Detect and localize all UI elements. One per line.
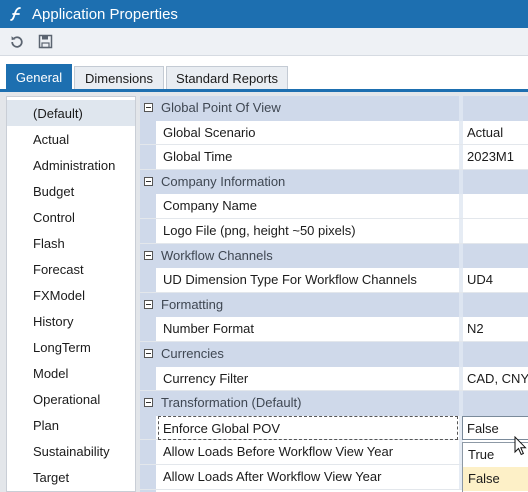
tree-item-administration[interactable]: Administration bbox=[7, 152, 135, 178]
category-label: Global Point Of View bbox=[161, 100, 281, 115]
tree-item-default[interactable]: (Default) bbox=[7, 100, 135, 126]
collapse-icon[interactable] bbox=[144, 250, 153, 260]
property-name: Currency Filter bbox=[163, 370, 249, 386]
property-name: Enforce Global POV bbox=[158, 415, 458, 440]
column-splitter[interactable] bbox=[459, 194, 463, 218]
collapse-icon[interactable] bbox=[144, 176, 153, 186]
collapse-icon[interactable] bbox=[144, 349, 153, 358]
category-global-pov[interactable]: Global Point Of View bbox=[140, 96, 528, 121]
category-company-information[interactable]: Company Information bbox=[140, 169, 528, 195]
category-transformation[interactable]: Transformation (Default) bbox=[140, 391, 528, 416]
property-value[interactable]: CAD, CNY, EUR bbox=[467, 367, 528, 391]
property-name: Allow Loads After Workflow View Year bbox=[163, 469, 382, 484]
save-icon[interactable] bbox=[34, 31, 56, 53]
tree-item-sustainability[interactable]: Sustainability bbox=[7, 438, 135, 464]
column-splitter bbox=[459, 96, 463, 121]
tree-item-history[interactable]: History bbox=[7, 308, 135, 334]
tab-general[interactable]: General bbox=[6, 64, 72, 90]
window-title: Application Properties bbox=[32, 5, 178, 23]
column-splitter bbox=[459, 169, 463, 195]
property-value[interactable] bbox=[467, 219, 528, 243]
property-name: Company Name bbox=[163, 198, 257, 214]
property-name: Number Format bbox=[163, 321, 255, 337]
property-name: UD Dimension Type For Workflow Channels bbox=[163, 272, 417, 288]
app-logo-icon bbox=[6, 4, 26, 24]
tree-item-flash[interactable]: Flash bbox=[7, 230, 135, 256]
category-label: Company Information bbox=[161, 173, 286, 189]
column-splitter[interactable] bbox=[459, 317, 463, 341]
column-splitter[interactable] bbox=[459, 120, 463, 145]
column-splitter[interactable] bbox=[459, 366, 463, 391]
tree-item-plan[interactable]: Plan bbox=[7, 412, 135, 438]
property-value[interactable]: N2 bbox=[467, 317, 528, 341]
column-splitter bbox=[459, 292, 463, 318]
property-row[interactable]: Number Format N2 bbox=[140, 317, 528, 342]
scenario-type-tree: (Default) Actual Administration Budget C… bbox=[6, 96, 136, 492]
property-row[interactable]: Global Scenario Actual bbox=[140, 120, 528, 146]
tab-strip: General Dimensions Standard Reports bbox=[0, 56, 528, 90]
title-bar: Application Properties bbox=[0, 0, 528, 28]
column-splitter[interactable] bbox=[459, 219, 463, 243]
column-splitter bbox=[459, 391, 463, 416]
property-row[interactable]: Enforce Global POV False bbox=[140, 415, 528, 441]
property-name: Global Scenario bbox=[163, 124, 256, 140]
property-name: Logo File (png, height ~50 pixels) bbox=[163, 223, 356, 238]
tree-item-actual[interactable]: Actual bbox=[7, 126, 135, 152]
category-label: Workflow Channels bbox=[161, 247, 273, 263]
property-value[interactable]: 2023M1 bbox=[467, 145, 528, 169]
column-splitter bbox=[459, 243, 463, 269]
column-splitter[interactable] bbox=[459, 268, 463, 292]
tree-item-model[interactable]: Model bbox=[7, 360, 135, 386]
tree-item-forecast[interactable]: Forecast bbox=[7, 256, 135, 282]
collapse-icon[interactable] bbox=[144, 398, 153, 408]
property-name: Global Time bbox=[163, 149, 233, 165]
collapse-icon[interactable] bbox=[144, 103, 153, 112]
property-grid: Global Point Of View Global Scenario Act… bbox=[140, 96, 528, 492]
tree-item-budget[interactable]: Budget bbox=[7, 178, 135, 204]
tree-item-operational[interactable]: Operational bbox=[7, 386, 135, 412]
column-splitter[interactable] bbox=[459, 145, 463, 169]
property-row[interactable]: Company Name bbox=[140, 194, 528, 219]
main-content: (Default) Actual Administration Budget C… bbox=[0, 92, 528, 492]
tree-item-target[interactable]: Target bbox=[7, 464, 135, 490]
tab-dimensions[interactable]: Dimensions bbox=[74, 66, 164, 90]
toolbar bbox=[0, 28, 528, 56]
tree-item-longterm[interactable]: LongTerm bbox=[7, 334, 135, 360]
column-splitter bbox=[459, 342, 463, 367]
category-label: Currencies bbox=[161, 346, 224, 361]
property-value[interactable]: UD4 bbox=[467, 268, 528, 292]
property-row[interactable]: Global Time 2023M1 bbox=[140, 145, 528, 170]
collapse-icon[interactable] bbox=[144, 299, 153, 309]
refresh-icon[interactable] bbox=[6, 31, 28, 53]
property-row[interactable]: Logo File (png, height ~50 pixels) bbox=[140, 219, 528, 244]
property-value[interactable]: Actual bbox=[467, 121, 528, 145]
tab-standard-reports[interactable]: Standard Reports bbox=[166, 66, 288, 90]
property-value[interactable] bbox=[467, 194, 528, 218]
tree-item-fxmodel[interactable]: FXModel bbox=[7, 282, 135, 308]
tree-item-control[interactable]: Control bbox=[7, 204, 135, 230]
category-currencies[interactable]: Currencies bbox=[140, 342, 528, 367]
property-name: Allow Loads Before Workflow View Year bbox=[163, 444, 394, 460]
property-row[interactable]: UD Dimension Type For Workflow Channels … bbox=[140, 268, 528, 293]
category-formatting[interactable]: Formatting bbox=[140, 292, 528, 318]
mouse-pointer-icon bbox=[514, 435, 528, 456]
category-label: Transformation (Default) bbox=[161, 395, 302, 411]
dropdown-option-false[interactable]: False bbox=[463, 467, 528, 491]
property-row[interactable]: Currency Filter CAD, CNY, EUR bbox=[140, 366, 528, 392]
category-workflow-channels[interactable]: Workflow Channels bbox=[140, 243, 528, 269]
category-label: Formatting bbox=[161, 296, 224, 312]
